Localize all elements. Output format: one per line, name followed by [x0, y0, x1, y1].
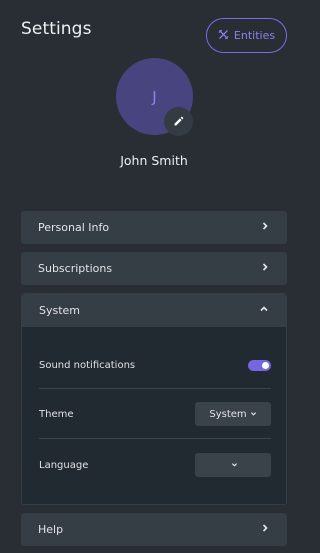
chevron-right-icon [260, 523, 270, 536]
entities-button[interactable]: Entities [206, 18, 287, 53]
pencil-icon [173, 112, 185, 131]
toggle-knob [262, 361, 269, 369]
theme-row: Theme System [39, 401, 271, 427]
language-label: Language [39, 459, 89, 471]
theme-label: Theme [39, 408, 74, 420]
entities-label: Entities [233, 29, 276, 42]
section-system-header[interactable]: System [22, 294, 286, 327]
section-personal-info[interactable]: Personal Info [21, 211, 287, 244]
section-system: System Sound notifications Theme System … [21, 293, 287, 505]
section-system-label: System [39, 304, 81, 317]
section-help[interactable]: Help [21, 513, 287, 546]
user-name: John Smith [120, 153, 188, 168]
chevron-right-icon [260, 221, 270, 234]
section-help-label: Help [38, 523, 64, 536]
sound-notifications-row: Sound notifications [39, 354, 271, 376]
section-subscriptions[interactable]: Subscriptions [21, 252, 287, 285]
avatar-initial: J [152, 87, 157, 106]
sound-notifications-label: Sound notifications [39, 359, 136, 371]
section-personal-info-label: Personal Info [38, 221, 110, 234]
sound-notifications-toggle[interactable] [248, 359, 271, 371]
chevron-right-icon [260, 262, 270, 275]
page-title: Settings [21, 19, 92, 39]
edit-avatar-button[interactable] [164, 107, 193, 136]
chevron-down-icon [231, 460, 238, 471]
chevron-up-icon [259, 304, 269, 317]
theme-select[interactable]: System [195, 402, 271, 426]
tools-icon [218, 29, 229, 43]
chevron-down-icon [250, 409, 257, 420]
divider [39, 438, 271, 439]
language-row: Language [39, 452, 271, 478]
divider [39, 388, 271, 389]
section-subscriptions-label: Subscriptions [38, 262, 113, 275]
language-select[interactable] [195, 453, 271, 477]
theme-select-value: System [209, 408, 247, 420]
